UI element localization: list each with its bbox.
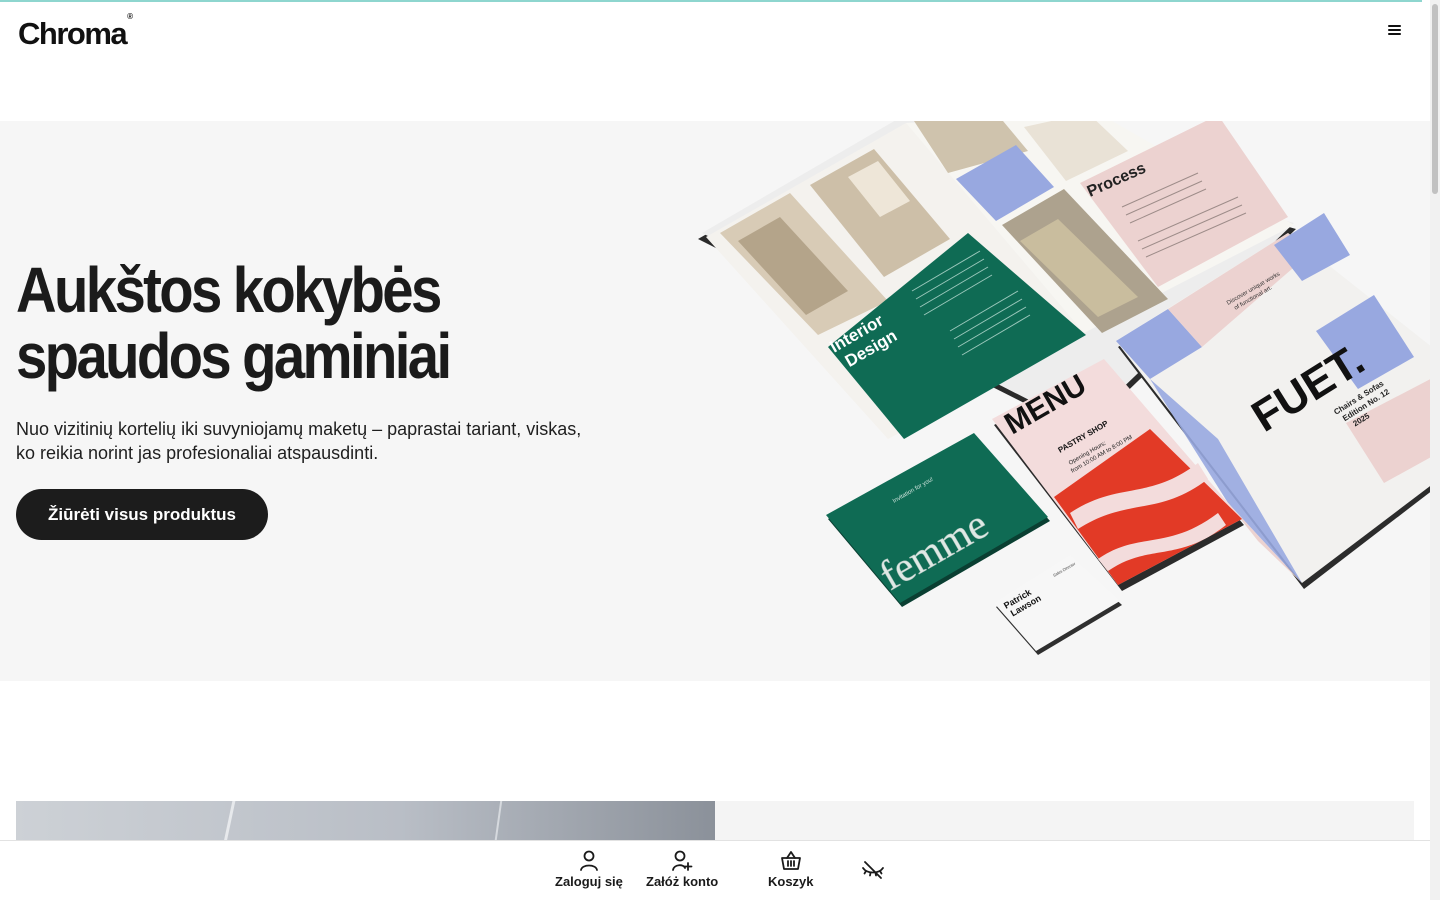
logo-mark: ® [127,11,134,21]
logo[interactable]: Chroma® [18,12,133,52]
hero-title: Aukštos kokybės spaudos gaminiai [16,257,509,389]
accessibility-toggle-button[interactable] [861,859,885,881]
scrollbar-thumb[interactable] [1432,4,1438,194]
hero-title-line2: spaudos gaminiai [16,320,452,392]
bottom-action-bar: Zaloguj się Załóż konto Koszyk [0,840,1430,901]
cart-button[interactable]: Koszyk [768,849,814,889]
eye-off-icon [862,861,884,879]
invitation-card-mockup: femme Invitation for you! [826,433,1050,607]
hero-title-line1: Aukštos kokybės [16,254,442,326]
business-card-mockup: PatrickLawson Sales Director [994,555,1122,655]
view-all-products-button[interactable]: Žiūrėti visus produktus [16,489,268,540]
print-products-mockup-image: InteriorDesign Process FUET. Chairs & So… [698,121,1430,655]
hero-subtitle: Nuo vizitinių kortelių iki suvyniojamų m… [16,419,582,463]
logo-text: Chroma [18,16,128,51]
hamburger-menu-button[interactable] [1382,18,1406,42]
cart-label: Koszyk [768,874,814,889]
user-plus-icon [672,850,693,871]
basket-icon [780,851,801,870]
hero-section: Aukštos kokybės spaudos gaminiai Nuo viz… [0,121,1430,681]
site-header: Chroma® [0,2,1430,120]
hamburger-menu-icon [1387,25,1401,35]
login-label: Zaloguj się [555,874,623,889]
user-icon [580,850,598,871]
register-button[interactable]: Załóż konto [646,849,718,889]
login-button[interactable]: Zaloguj się [555,849,623,889]
register-label: Załóż konto [646,874,719,889]
